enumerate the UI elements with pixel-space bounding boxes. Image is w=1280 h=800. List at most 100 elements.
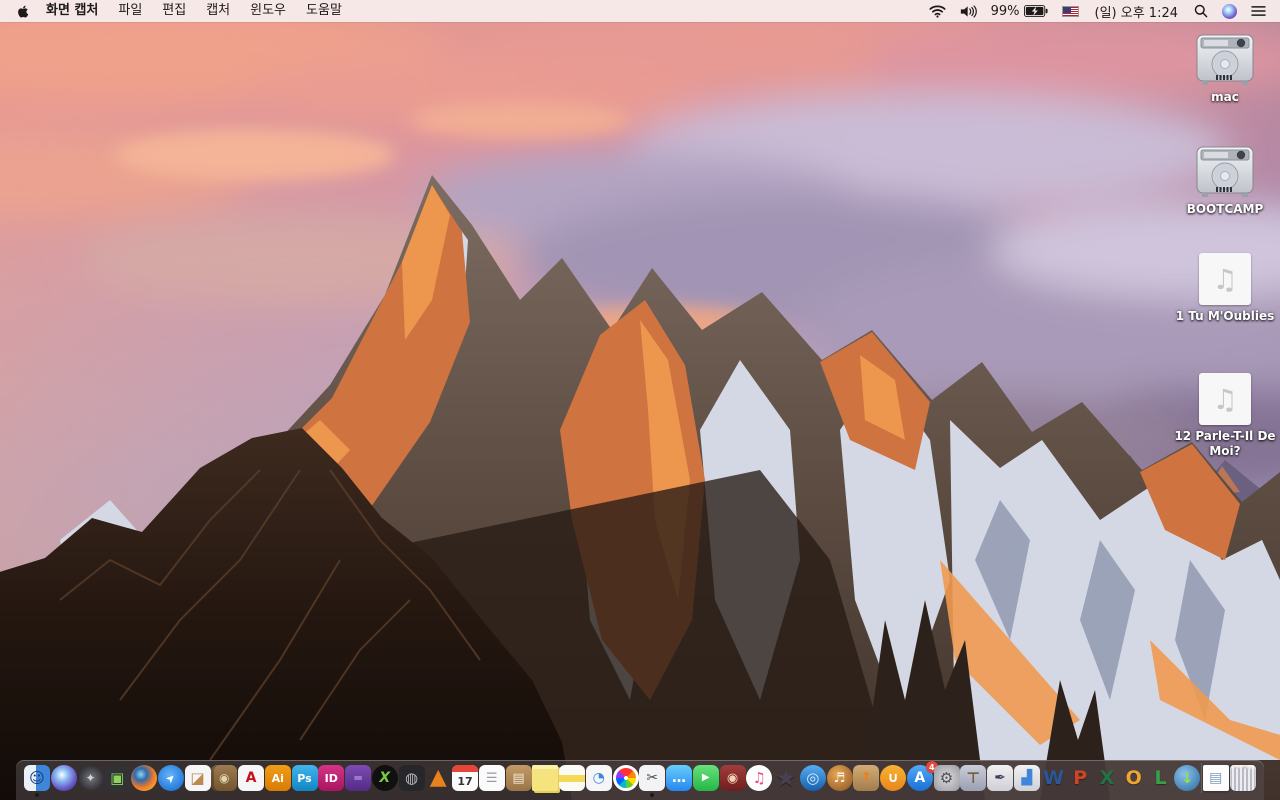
- itunes-glyph: ♫: [752, 768, 766, 787]
- system-prefs-icon[interactable]: ⚙: [933, 765, 960, 791]
- lync-glyph: L: [1154, 766, 1167, 789]
- outlook-glyph: O: [1125, 766, 1142, 789]
- vlc-icon[interactable]: ▲: [425, 765, 451, 791]
- input-source-flag[interactable]: [1058, 0, 1083, 22]
- messages-icon[interactable]: …: [666, 765, 692, 791]
- word-icon[interactable]: W: [1041, 765, 1067, 791]
- archive-box-glyph: ▤: [512, 770, 525, 786]
- safari-icon[interactable]: ➤: [157, 765, 184, 791]
- keynote-icon[interactable]: ⊤: [960, 765, 987, 791]
- menu-item-2[interactable]: 캡처: [196, 3, 240, 18]
- calendar-glyph: 17: [457, 775, 473, 788]
- archive-box-icon[interactable]: ▤: [505, 765, 532, 791]
- illustrator-icon[interactable]: Ai: [264, 765, 291, 791]
- toast-icon[interactable]: ═: [345, 765, 371, 791]
- installer-icon[interactable]: ↑: [853, 765, 880, 791]
- notes-icon[interactable]: [559, 765, 585, 791]
- firefox-icon[interactable]: [131, 765, 157, 791]
- xld-icon[interactable]: X: [371, 765, 398, 791]
- apple-menu[interactable]: [10, 4, 36, 19]
- toast-glyph: ═: [354, 771, 362, 785]
- facetime-icon[interactable]: ▶: [692, 765, 719, 791]
- finder-icon[interactable]: ☺: [24, 765, 50, 797]
- photo-booth-glyph: ◉: [726, 770, 739, 786]
- dvd-player-icon[interactable]: ◎: [799, 765, 826, 791]
- indesign-glyph: ID: [324, 771, 338, 785]
- mission-control-glyph: ▣: [110, 768, 125, 787]
- desktop-icon-label: 1 Tu M'Oublies: [1175, 309, 1275, 323]
- photo-booth-icon[interactable]: ◉: [719, 765, 746, 791]
- finder-glyph: ☺: [29, 768, 45, 787]
- facetime-glyph: ▶: [701, 772, 710, 783]
- downloader-icon[interactable]: ↓: [1174, 765, 1201, 791]
- launchpad-icon[interactable]: ✦: [77, 765, 104, 791]
- battery-indicator[interactable]: 99%: [987, 0, 1052, 22]
- numbers-glyph: ▟: [1021, 770, 1033, 786]
- contacts-glyph: ◉: [219, 771, 230, 785]
- reminders-glyph: ☰: [485, 770, 498, 786]
- volume-icon[interactable]: [956, 0, 981, 22]
- stickies-icon[interactable]: [532, 765, 559, 791]
- menu-item-1[interactable]: 편집: [152, 3, 196, 18]
- numbers-icon[interactable]: ▟: [1013, 765, 1040, 791]
- messages-glyph: …: [672, 770, 686, 786]
- excel-glyph: X: [1099, 766, 1115, 789]
- system-prefs-glyph: ⚙: [939, 768, 954, 787]
- app-store-icon[interactable]: A4: [906, 761, 938, 791]
- ibooks-glyph: ∪: [887, 770, 899, 786]
- hard-drive-icon: [1196, 34, 1254, 85]
- siri-icon[interactable]: [1218, 0, 1241, 22]
- menu-clock[interactable]: (일) 오후 1:24: [1089, 2, 1184, 21]
- mission-control-icon[interactable]: ▣: [104, 765, 131, 791]
- itunes-icon[interactable]: ♫: [746, 765, 773, 791]
- lync-icon[interactable]: L: [1148, 765, 1174, 791]
- garageband-icon[interactable]: ♬: [826, 765, 853, 791]
- desktop-icon-audio-file-1[interactable]: ♫ 1 Tu M'Oublies: [1170, 253, 1280, 324]
- spotlight-icon[interactable]: [1190, 0, 1212, 22]
- photoshop-icon[interactable]: Ps: [291, 765, 318, 791]
- wallpaper-sierra: [0, 0, 1280, 800]
- powerpoint-glyph: P: [1073, 766, 1088, 789]
- wifi-icon[interactable]: [925, 0, 950, 22]
- desktop-icon-audio-file-2[interactable]: ♫ 12 Parle-T-Il De Moi?: [1170, 373, 1280, 459]
- desktop-icon-volume-bootcamp[interactable]: BOOTCAMP: [1170, 146, 1280, 217]
- screen-capture-icon[interactable]: ✂: [639, 765, 666, 797]
- launchpad-glyph: ✦: [85, 771, 96, 785]
- doc-file-icon[interactable]: ▤: [1202, 765, 1229, 791]
- menu-app-name[interactable]: 화면 캡처: [36, 0, 108, 22]
- iweb-glyph: ◔: [592, 770, 605, 786]
- dvd-player-glyph: ◎: [806, 768, 820, 787]
- reminders-icon[interactable]: ☰: [478, 765, 505, 791]
- indesign-icon[interactable]: ID: [318, 765, 345, 791]
- preview-icon[interactable]: ◪: [184, 765, 211, 791]
- trash-icon[interactable]: [1229, 765, 1256, 791]
- outlook-icon[interactable]: O: [1121, 765, 1147, 791]
- disk-tool-icon[interactable]: ◍: [398, 765, 425, 791]
- running-indicator: [35, 793, 39, 797]
- ibooks-icon[interactable]: ∪: [880, 765, 906, 791]
- imovie-glyph: ★: [775, 764, 797, 792]
- installer-glyph: ↑: [860, 770, 873, 786]
- iweb-icon[interactable]: ◔: [585, 765, 612, 791]
- garageband-glyph: ♬: [833, 770, 846, 786]
- hard-drive-icon: [1196, 146, 1254, 197]
- excel-icon[interactable]: X: [1094, 765, 1120, 791]
- screen-capture-glyph: ✂: [646, 770, 659, 786]
- menu-bar: 화면 캡처 파일 편집 캡처 윈도우 도움말 99% (일) 오후 1:24: [0, 0, 1280, 22]
- acrobat-icon[interactable]: A: [238, 765, 264, 791]
- doc-file-glyph: ▤: [1209, 770, 1223, 786]
- menu-item-0[interactable]: 파일: [108, 3, 152, 18]
- desktop-icon-volume-mac[interactable]: mac: [1170, 34, 1280, 105]
- pages-icon[interactable]: ✒: [987, 765, 1013, 791]
- powerpoint-icon[interactable]: P: [1067, 765, 1093, 791]
- photos-icon[interactable]: [612, 765, 639, 791]
- notification-center-icon[interactable]: [1247, 0, 1270, 22]
- desktop-icon-label: 12 Parle-T-Il De Moi?: [1174, 429, 1276, 458]
- calendar-icon[interactable]: 17: [452, 765, 478, 791]
- imovie-icon[interactable]: ★: [773, 765, 799, 791]
- dock: ☺ ✦ ▣ ➤ ◪ ◉ A Ai Ps ID ═ X ◍ ▲ 17 ☰ ▤ ◔ ✂ … ▶ ◉ ♫ ★ ◎ ♬ ↑ ∪ A 4 ⚙ ⊤ ✒ ▟ W P…: [16, 760, 1264, 800]
- contacts-icon[interactable]: ◉: [211, 765, 238, 791]
- siri-icon[interactable]: [50, 765, 77, 791]
- menu-item-4[interactable]: 도움말: [296, 3, 352, 18]
- menu-item-3[interactable]: 윈도우: [240, 3, 296, 18]
